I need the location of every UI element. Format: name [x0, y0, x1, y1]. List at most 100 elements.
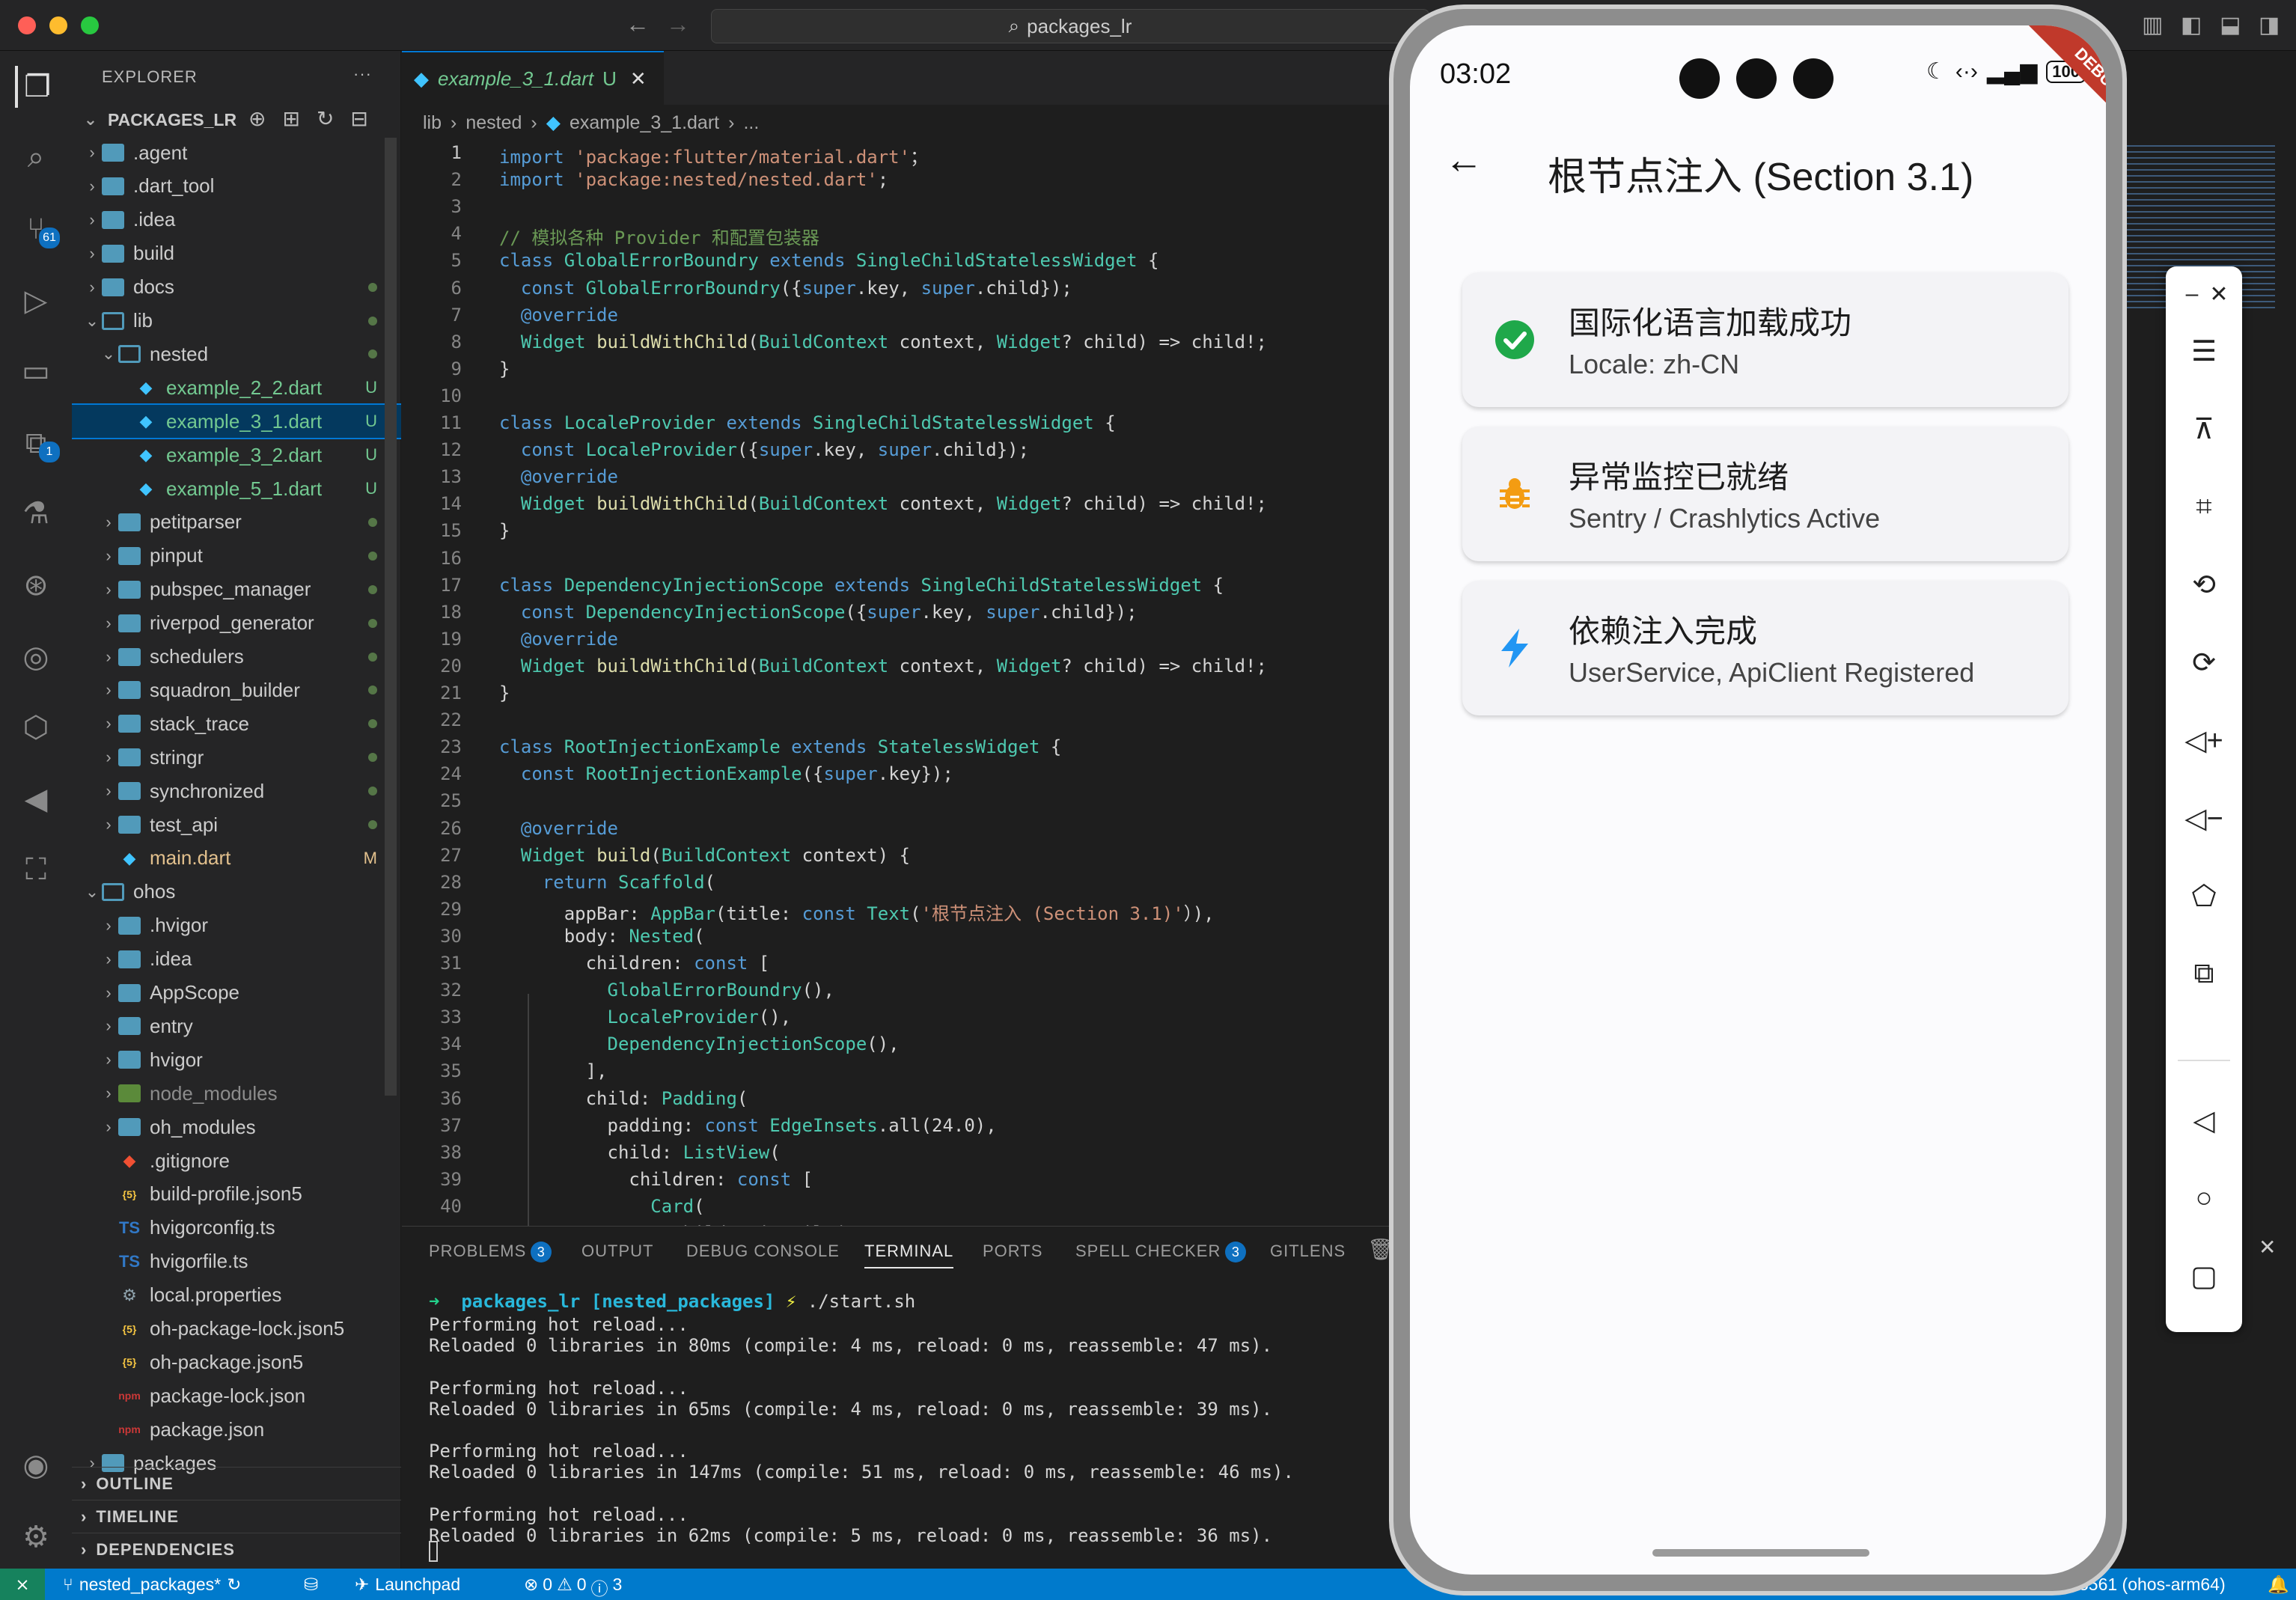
tree-item[interactable]: › .hvigor — [72, 909, 401, 942]
tab-example-3-1[interactable]: ◆ example_3_1.dart U ✕ — [402, 51, 664, 105]
scan-icon[interactable]: ⛶ — [15, 849, 57, 891]
home-indicator[interactable] — [1652, 1549, 1869, 1557]
back-triangle-icon[interactable]: ◁ — [2182, 1099, 2226, 1142]
settings-gear-icon[interactable]: ⚙ — [15, 1516, 57, 1558]
toggle-secondary-sidebar-icon[interactable]: ◨ — [2259, 12, 2280, 38]
minimize-window-button[interactable] — [49, 16, 67, 34]
tree-item[interactable]: › hvigor — [72, 1043, 401, 1076]
back-arrow-icon[interactable]: ← — [626, 10, 650, 38]
timeline-section[interactable]: › TIMELINE — [72, 1500, 401, 1533]
tree-item[interactable]: › node_modules — [72, 1077, 401, 1110]
tree-item[interactable]: › pubspec_manager — [72, 573, 401, 606]
collapse-all-icon[interactable]: ⊟ — [350, 106, 367, 131]
new-file-icon[interactable]: ⊕ — [248, 106, 266, 131]
new-folder-icon[interactable]: ⊞ — [282, 106, 299, 131]
search-icon[interactable]: ⌕ — [15, 136, 57, 178]
tree-item[interactable]: › test_api — [72, 808, 401, 841]
panel-tab-ports[interactable]: PORTS — [983, 1242, 1042, 1261]
account-icon[interactable]: ◉ — [15, 1444, 57, 1486]
tree-item[interactable]: › .idea — [72, 204, 401, 236]
tree-item[interactable]: npm package-lock.json — [72, 1379, 401, 1412]
disable-touch-icon[interactable]: ⊼ — [2182, 407, 2226, 451]
tree-item[interactable]: › synchronized — [72, 775, 401, 807]
close-panel-icon[interactable]: ✕ — [2259, 1235, 2276, 1259]
close-emulator-icon[interactable]: ✕ — [2197, 272, 2241, 316]
workspace-root[interactable]: ⌄ PACKAGES_LR — [81, 103, 236, 136]
tree-item[interactable]: ◆ example_3_2.dart U — [72, 439, 401, 471]
rotate-device-icon[interactable]: ⬠ — [2182, 874, 2226, 917]
remote-indicator-icon[interactable]: ⨯ — [0, 1569, 45, 1600]
tree-item[interactable]: ◆ example_3_1.dart U — [72, 403, 401, 440]
panel-tab-gitlens[interactable]: GITLENS — [1270, 1242, 1346, 1261]
problems-summary[interactable]: ⊗ 0 ⚠ 0 ⓘ 3 — [524, 1575, 622, 1600]
list-tile-card[interactable]: 异常监控已就绪 Sentry / Crashlytics Active — [1462, 427, 2068, 561]
home-circle-icon[interactable]: ○ — [2182, 1176, 2226, 1220]
panel-tab-output[interactable]: OUTPUT — [581, 1242, 653, 1261]
tree-item[interactable]: TS hvigorconfig.ts — [72, 1212, 401, 1245]
list-tile-card[interactable]: 依赖注入完成 UserService, ApiClient Registered — [1462, 581, 2068, 715]
breadcrumb-file[interactable]: example_3_1.dart — [570, 112, 719, 134]
git-graph-icon[interactable]: ⊛ — [15, 564, 57, 606]
tree-item[interactable]: › docs — [72, 271, 401, 304]
explorer-icon[interactable]: ❐ — [15, 66, 57, 108]
dependencies-section[interactable]: › DEPENDENCIES — [72, 1533, 401, 1566]
zoom-window-button[interactable] — [81, 16, 99, 34]
tree-item[interactable]: › AppScope — [72, 977, 401, 1010]
outline-section[interactable]: › OUTLINE — [72, 1467, 401, 1500]
breadcrumb-nested[interactable]: nested — [465, 112, 522, 134]
crop-screenshot-icon[interactable]: ⌗ — [2182, 485, 2226, 528]
run-debug-icon[interactable]: ▷ — [15, 280, 57, 322]
list-tile-card[interactable]: 国际化语言加载成功 Locale: zh-CN — [1462, 272, 2068, 407]
panel-tab-terminal[interactable]: TERMINAL — [864, 1242, 954, 1268]
tree-item[interactable]: ⚙ local.properties — [72, 1279, 401, 1312]
containers-icon[interactable]: ⬡ — [15, 706, 57, 748]
source-control-icon[interactable]: ⑂ 61 — [15, 208, 60, 250]
tree-item[interactable]: npm package.json — [72, 1413, 401, 1446]
close-window-button[interactable] — [18, 16, 36, 34]
extensions-icon[interactable]: ⧉ 1 — [15, 422, 60, 464]
tree-item[interactable]: › schedulers — [72, 641, 401, 674]
notifications-bell-icon[interactable]: 🔔 — [2268, 1575, 2289, 1595]
panel-tab-debug-console[interactable]: DEBUG CONSOLE — [686, 1242, 840, 1261]
breadcrumb-lib[interactable]: lib — [423, 112, 442, 134]
back-arrow-icon[interactable]: ← — [1444, 138, 1483, 183]
tree-item[interactable]: {5} build-profile.json5 — [72, 1178, 401, 1211]
tree-item[interactable]: TS hvigorfile.ts — [72, 1245, 401, 1278]
code-editor[interactable]: 1 import 'package:flutter/material.dart'；… — [402, 141, 1405, 1226]
recents-square-icon[interactable]: ▢ — [2182, 1254, 2226, 1298]
tree-item[interactable]: ◆ .gitignore — [72, 1144, 401, 1177]
layout-icon[interactable]: ▥ — [2142, 12, 2163, 38]
more-actions-icon[interactable]: ··· — [353, 64, 372, 84]
panel-tab-spell-checker[interactable]: SPELL CHECKER 3 — [1075, 1242, 1247, 1262]
toggle-panel-icon[interactable]: ⬓ — [2220, 12, 2241, 38]
phone-screen[interactable]: 03:02 ☾ ‹·› ▂▄▆ 100 DEBUG ← 根节点注入 (Secti… — [1410, 25, 2106, 1575]
rotate-right-icon[interactable]: ⟳ — [2182, 641, 2226, 684]
command-center-search[interactable]: ⌕ packages_lr — [711, 9, 1429, 43]
tree-item[interactable]: › riverpod_generator — [72, 607, 401, 640]
toggle-sidebar-icon[interactable]: ◧ — [2181, 12, 2202, 38]
close-tab-icon[interactable]: ✕ — [630, 67, 647, 91]
sidebar-scrollbar[interactable] — [385, 138, 397, 1096]
tree-item[interactable]: › oh_modules — [72, 1111, 401, 1143]
refresh-icon[interactable]: ↻ — [317, 106, 334, 131]
flutter-icon[interactable]: ◀ — [15, 778, 57, 820]
tree-item[interactable]: › petitparser — [72, 506, 401, 539]
tree-item[interactable]: › squadron_builder — [72, 674, 401, 706]
volume-down-icon[interactable]: ◁− — [2182, 796, 2226, 840]
tree-item[interactable]: {5} oh-package.json5 — [72, 1346, 401, 1378]
tree-item[interactable]: › .agent — [72, 136, 401, 169]
tree-item[interactable]: ◆ example_2_2.dart U — [72, 371, 401, 404]
tree-item[interactable]: {5} oh-package-lock.json5 — [72, 1313, 401, 1346]
tree-item[interactable]: › entry — [72, 1010, 401, 1042]
git-branch[interactable]: ⑂ nested_packages* ↻ — [63, 1575, 241, 1595]
forward-arrow-icon[interactable]: → — [666, 10, 690, 38]
tree-item[interactable]: › stack_trace — [72, 707, 401, 740]
gitlens-icon[interactable]: ◎ — [15, 636, 57, 678]
tree-item[interactable]: › pinput — [72, 540, 401, 572]
launchpad[interactable]: ✈ Launchpad — [355, 1575, 460, 1595]
tree-item[interactable]: ◆ example_5_1.dart U — [72, 472, 401, 505]
tree-item[interactable]: ⌄ nested — [72, 338, 401, 370]
tree-item[interactable]: ⌄ lib — [72, 305, 401, 338]
tree-item[interactable]: ⌄ ohos — [72, 876, 401, 909]
breadcrumb-symbol[interactable]: ... — [743, 112, 759, 134]
